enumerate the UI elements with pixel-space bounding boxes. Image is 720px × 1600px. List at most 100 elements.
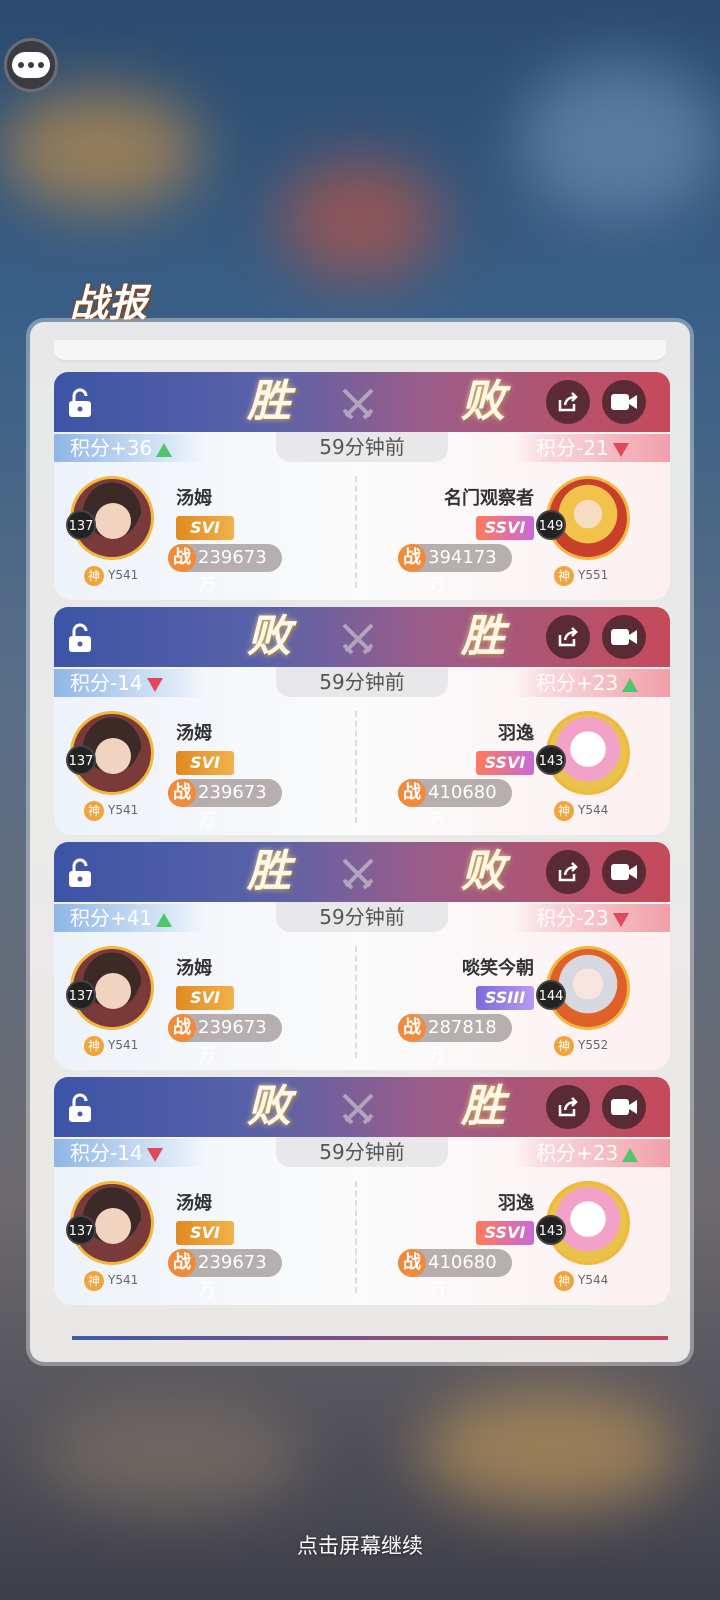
right-score-text: 积分+23 [536,1141,619,1165]
left-player-name: 汤姆 [176,1193,212,1214]
left-power: 战 239673万 [168,779,282,831]
power-label: 战 [398,779,426,807]
power-label: 战 [168,779,196,807]
share-button[interactable] [546,615,590,659]
right-power: 战 287818万 [398,1014,512,1066]
right-player-level: 149 [536,510,566,540]
replay-video-button[interactable] [602,615,646,659]
right-player-name: 啖笑今朝 [462,958,534,979]
right-rank-badge: SSVI [476,516,534,540]
left-score-change: 积分+41 [54,904,204,932]
left-god-badge: 神 [84,1036,104,1056]
chat-button[interactable] [4,38,58,92]
right-trend-icon [622,1147,639,1162]
right-score-change: 积分+23 [514,669,670,697]
right-player-level: 143 [536,745,566,775]
right-result: 胜 [446,1075,518,1143]
right-power: 战 394173万 [398,544,512,596]
power-label: 战 [168,1249,196,1277]
right-server-id: Y544 [578,1273,609,1287]
chat-icon [12,52,50,78]
continue-hint[interactable]: 点击屏幕继续 [0,1530,720,1560]
left-trend-icon [156,912,173,927]
left-server-id: Y541 [108,1273,139,1287]
right-power: 战 410680万 [398,1249,512,1301]
right-score-change: 积分-23 [514,904,670,932]
right-score-text: 积分-23 [536,906,609,930]
crossed-swords-icon [342,858,374,890]
power-label: 战 [168,544,196,572]
power-label: 战 [398,1014,426,1042]
left-server-id: Y541 [108,568,139,582]
video-camera-icon [611,1099,637,1115]
crossed-swords-icon [342,1093,374,1125]
right-result: 败 [446,370,518,438]
left-rank-badge: SVI [176,986,234,1010]
background-blur [40,1400,300,1510]
right-trend-icon [612,912,629,927]
background-blur [520,60,720,220]
replay-video-button[interactable] [602,1085,646,1129]
left-server-id: Y541 [108,803,139,817]
left-server-id: Y541 [108,1038,139,1052]
crossed-swords-icon [342,388,374,420]
left-power: 战 239673万 [168,544,282,596]
power-label: 战 [398,544,426,572]
left-score-text: 积分-14 [70,671,143,695]
right-server-id: Y552 [578,1038,609,1052]
battle-record-card: 胜 败 积分+36 59分钟前 积分-21 137 神 Y541 汤姆 SVI … [54,370,670,600]
power-label: 战 [168,1014,196,1042]
left-player-name: 汤姆 [176,488,212,509]
left-result: 败 [232,1075,304,1143]
right-god-badge: 神 [554,1036,574,1056]
unlock-icon[interactable] [66,1092,94,1124]
right-server-id: Y544 [578,803,609,817]
right-result: 胜 [446,605,518,673]
left-result: 败 [232,605,304,673]
right-god-badge: 神 [554,566,574,586]
unlock-icon[interactable] [66,622,94,654]
share-button[interactable] [546,380,590,424]
battle-time: 59分钟前 [276,667,448,697]
page-title: 战报 [70,281,149,325]
left-power: 战 239673万 [168,1014,282,1066]
left-god-badge: 神 [84,1271,104,1291]
video-camera-icon [611,629,637,645]
right-player-name: 名门观察者 [444,488,534,509]
right-player-level: 143 [536,1215,566,1245]
share-icon [558,392,578,412]
share-button[interactable] [546,850,590,894]
left-score-text: 积分+41 [70,906,153,930]
battle-record-card: 败 胜 积分-14 59分钟前 积分+23 137 神 Y541 汤姆 SVI … [54,1075,670,1305]
left-score-text: 积分+36 [70,436,153,460]
share-icon [558,1097,578,1117]
background-blur [280,160,440,280]
left-score-change: 积分-14 [54,1139,204,1167]
replay-video-button[interactable] [602,380,646,424]
right-score-change: 积分+23 [514,1139,670,1167]
video-camera-icon [611,394,637,410]
background-blur [0,90,200,210]
share-icon [558,627,578,647]
right-god-badge: 神 [554,801,574,821]
left-score-change: 积分-14 [54,669,204,697]
left-result: 胜 [232,840,304,908]
right-player-name: 羽逸 [498,1193,534,1214]
right-player-level: 144 [536,980,566,1010]
unlock-icon[interactable] [66,857,94,889]
replay-video-button[interactable] [602,850,646,894]
right-player-name: 羽逸 [498,723,534,744]
share-button[interactable] [546,1085,590,1129]
right-score-text: 积分-21 [536,436,609,460]
left-rank-badge: SVI [176,516,234,540]
left-player-level: 137 [66,510,96,540]
left-power: 战 239673万 [168,1249,282,1301]
right-trend-icon [612,442,629,457]
next-card-edge [72,1336,668,1340]
right-trend-icon [622,677,639,692]
right-power: 战 410680万 [398,779,512,831]
unlock-icon[interactable] [66,387,94,419]
battle-time: 59分钟前 [276,902,448,932]
left-player-level: 137 [66,745,96,775]
crossed-swords-icon [342,623,374,655]
